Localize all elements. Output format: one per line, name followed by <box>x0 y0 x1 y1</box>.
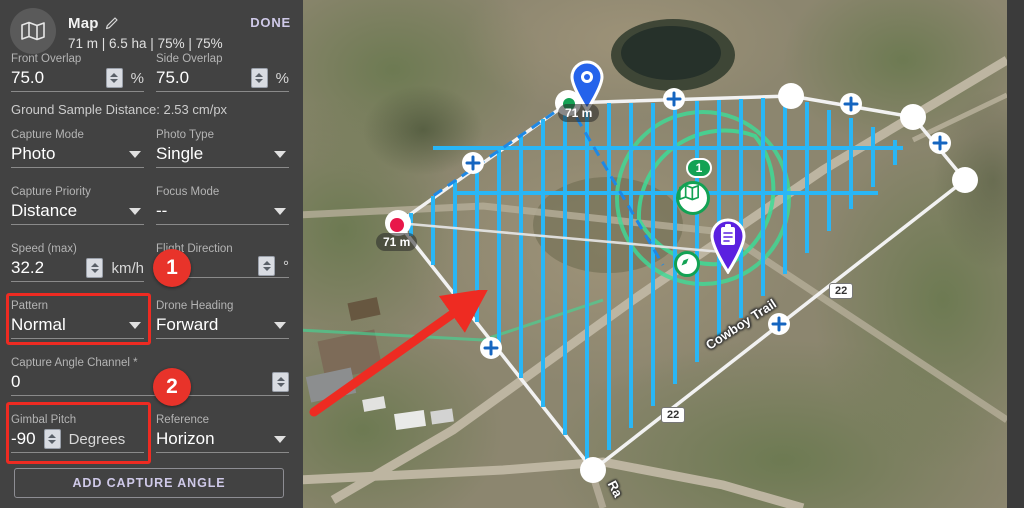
photo-type-label: Photo Type <box>156 129 214 141</box>
map-canvas[interactable]: 1 71 m 71 m Cowboy Trail Ra 22 22 <box>303 0 1007 508</box>
side-overlap-field[interactable]: Side Overlap 75.0 % <box>156 52 289 92</box>
altitude-label-left: 71 m <box>376 233 418 251</box>
gimbal-pitch-label: Gimbal Pitch <box>11 414 77 426</box>
polygon-handles[interactable] <box>303 0 1007 508</box>
pattern-field[interactable]: Pattern Normal <box>11 299 144 339</box>
capture-mode-label: Capture Mode <box>11 129 84 141</box>
chevron-down-icon[interactable] <box>129 207 141 215</box>
capture-angle-channel-stepper[interactable] <box>272 372 289 392</box>
highway-shield-upper: 22 <box>829 283 854 299</box>
side-overlap-unit: % <box>275 69 289 87</box>
chevron-down-icon[interactable] <box>274 207 286 215</box>
speed-max-value[interactable]: 32.2 <box>11 256 86 280</box>
page-title: Map <box>68 15 99 32</box>
panel-header: Map 71 m | 6.5 ha | 75% | 75% DONE <box>0 0 303 58</box>
camera-angle-icon[interactable] <box>674 251 700 277</box>
flight-direction-stepper[interactable] <box>258 256 275 276</box>
gimbal-pitch-value[interactable]: -90 <box>11 427 36 451</box>
front-overlap-unit: % <box>130 69 144 87</box>
capture-priority-label: Capture Priority <box>11 186 91 198</box>
photo-type-field[interactable]: Photo Type Single <box>156 128 289 168</box>
speed-max-label: Speed (max) <box>11 243 77 255</box>
annotation-badge-2: 2 <box>153 368 191 406</box>
polygon-origin-vertex <box>390 218 404 232</box>
photo-type-value: Single <box>156 144 204 163</box>
add-capture-angle-button[interactable]: ADD CAPTURE ANGLE <box>14 468 284 498</box>
flight-direction-unit: ° <box>283 257 289 275</box>
focus-mode-field[interactable]: Focus Mode -- <box>156 185 289 225</box>
focus-mode-label: Focus Mode <box>156 186 220 198</box>
pencil-icon[interactable] <box>105 16 119 35</box>
reference-label: Reference <box>156 414 210 426</box>
capture-mode-field[interactable]: Capture Mode Photo <box>11 128 144 168</box>
app-root: Map 71 m | 6.5 ha | 75% | 75% DONE Front… <box>0 0 1024 508</box>
front-overlap-field[interactable]: Front Overlap 75.0 % <box>11 52 144 92</box>
capture-angle-channel-label: Capture Angle Channel * <box>11 357 138 369</box>
chevron-down-icon[interactable] <box>274 321 286 329</box>
speed-max-stepper[interactable] <box>86 258 104 278</box>
drone-heading-label: Drone Heading <box>156 300 234 312</box>
gimbal-pitch-field[interactable]: Gimbal Pitch -90 Degrees <box>11 413 144 453</box>
polygon-vertex <box>385 83 978 483</box>
chevron-down-icon[interactable] <box>274 435 286 443</box>
speed-max-field[interactable]: Speed (max) 32.2 km/h <box>11 242 144 282</box>
chevron-down-icon[interactable] <box>129 150 141 158</box>
drone-heading-field[interactable]: Drone Heading Forward <box>156 299 289 339</box>
reference-value: Horizon <box>156 429 215 448</box>
chevron-down-icon[interactable] <box>274 150 286 158</box>
pattern-label: Pattern <box>11 300 49 312</box>
highway-shield-lower: 22 <box>661 407 686 423</box>
altitude-label-top: 71 m <box>558 104 600 122</box>
map-folded-icon <box>10 8 56 54</box>
pattern-value: Normal <box>11 315 66 334</box>
gimbal-pitch-unit: Degrees <box>68 430 126 448</box>
side-overlap-value[interactable]: 75.0 <box>156 66 251 90</box>
mission-settings-sidebar: Map 71 m | 6.5 ha | 75% | 75% DONE Front… <box>0 0 303 508</box>
side-overlap-stepper[interactable] <box>250 68 268 88</box>
red-arrow <box>309 290 489 417</box>
front-overlap-label: Front Overlap <box>11 53 82 65</box>
drone-heading-value: Forward <box>156 315 219 334</box>
side-overlap-label: Side Overlap <box>156 53 223 65</box>
chevron-down-icon[interactable] <box>129 321 141 329</box>
done-button[interactable]: DONE <box>250 15 291 30</box>
ground-sample-distance-text: Ground Sample Distance: 2.53 cm/px <box>11 102 228 117</box>
mission-summary: 71 m | 6.5 ha | 75% | 75% <box>68 36 223 51</box>
capture-priority-field[interactable]: Capture Priority Distance <box>11 185 144 225</box>
front-overlap-stepper[interactable] <box>105 68 123 88</box>
annotation-badge-1: 1 <box>153 249 191 287</box>
mission-clipboard-icon[interactable] <box>707 218 749 274</box>
reference-field[interactable]: Reference Horizon <box>156 413 289 453</box>
survey-map-icon[interactable] <box>676 181 710 215</box>
waypoint-count-badge: 1 <box>686 158 712 178</box>
speed-max-unit: km/h <box>111 259 144 277</box>
capture-angle-channel-value[interactable]: 0 <box>11 370 272 394</box>
capture-mode-value: Photo <box>11 144 56 163</box>
focus-mode-value: -- <box>156 201 168 220</box>
front-overlap-value[interactable]: 75.0 <box>11 66 106 90</box>
gimbal-pitch-stepper[interactable] <box>43 429 61 449</box>
capture-angle-channel-field[interactable]: Capture Angle Channel * 0 <box>11 356 289 396</box>
capture-priority-value: Distance <box>11 201 78 220</box>
